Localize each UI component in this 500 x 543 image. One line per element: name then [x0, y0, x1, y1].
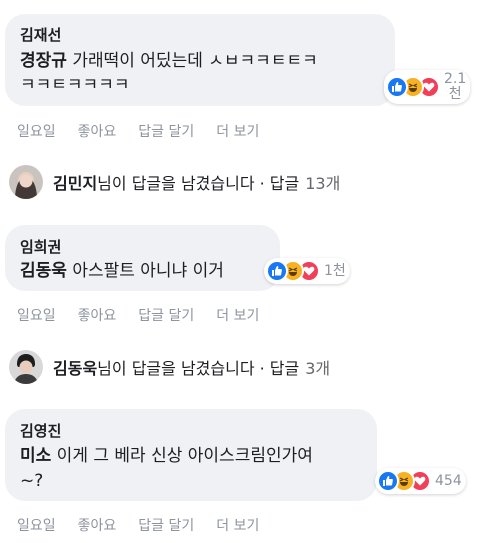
more-button[interactable]: 더 보기 [216, 515, 259, 535]
comment-author[interactable]: 임희권 [20, 236, 61, 257]
reply-button[interactable]: 답글 달기 [138, 515, 194, 535]
comment-body: 가래떡이 어딨는데 ㅅㅂㅋㅋㅌㅌㅋ [66, 51, 318, 71]
comment-author[interactable]: 김재선 [20, 24, 61, 45]
reply-button[interactable]: 답글 달기 [138, 305, 194, 325]
more-button[interactable]: 더 보기 [216, 305, 259, 325]
timestamp[interactable]: 일요일 [17, 305, 56, 325]
reply-summary[interactable]: 김민지 님이 답글을 남겼습니다 · 답글 13개 [9, 165, 340, 199]
mention-link[interactable]: 미소 [20, 446, 51, 466]
comment-actions: 일요일 좋아요 답글 달기 더 보기 [17, 121, 281, 141]
timestamp[interactable]: 일요일 [17, 121, 56, 141]
reply-author[interactable]: 김동욱 [53, 355, 97, 379]
reply-text: 님이 답글을 남겼습니다 · 답글 [97, 174, 300, 193]
avatar [9, 165, 43, 199]
reaction-summary[interactable]: 2.1 천 [384, 70, 471, 104]
timestamp[interactable]: 일요일 [17, 515, 56, 535]
comment-author[interactable]: 김영진 [20, 420, 61, 441]
like-icon [377, 470, 399, 492]
comment-text: 미소 이게 그 베라 신상 아이스크림인가여 [20, 444, 380, 468]
like-icon [386, 76, 408, 98]
more-button[interactable]: 더 보기 [216, 121, 259, 141]
comment-body: 아스팔트 아니냐 이거 [66, 261, 224, 281]
reply-summary[interactable]: 김동욱 님이 답글을 남겼습니다 · 답글 3개 [9, 350, 330, 384]
comment-body: 이게 그 베라 신상 아이스크림인가여 [51, 446, 313, 466]
mention-link[interactable]: 경장규 [20, 51, 67, 71]
reply-author[interactable]: 김민지 [53, 170, 97, 194]
comment-text: 김동욱 아스팔트 아니냐 이거 [20, 259, 224, 283]
mention-link[interactable]: 김동욱 [20, 261, 67, 281]
avatar [9, 350, 43, 384]
like-button[interactable]: 좋아요 [78, 515, 117, 535]
like-icon [266, 260, 288, 282]
like-button[interactable]: 좋아요 [78, 121, 117, 141]
comment-text-line2: ~? [20, 471, 44, 491]
reaction-summary[interactable]: 454 [375, 468, 466, 494]
reply-button[interactable]: 답글 달기 [138, 121, 194, 141]
reaction-summary[interactable]: 1천 [264, 258, 350, 284]
reply-count: 3개 [305, 359, 331, 378]
comment-actions: 일요일 좋아요 답글 달기 더 보기 [17, 515, 281, 535]
reply-text: 님이 답글을 남겼습니다 · 답글 [97, 359, 300, 378]
like-button[interactable]: 좋아요 [78, 305, 117, 325]
comment-text: 경장규 가래떡이 어딨는데 ㅅㅂㅋㅋㅌㅌㅋ [20, 49, 390, 73]
comment-actions: 일요일 좋아요 답글 달기 더 보기 [17, 305, 281, 325]
reaction-count-unit: 천 [448, 86, 462, 102]
reaction-count: 1천 [324, 262, 346, 279]
reaction-count: 454 [435, 472, 462, 489]
comment-text-line2: ㅋㅋㅌㅋㅋㅋㅋ [20, 75, 130, 95]
reaction-count: 2.1 [444, 71, 467, 87]
reply-count: 13개 [305, 174, 341, 193]
